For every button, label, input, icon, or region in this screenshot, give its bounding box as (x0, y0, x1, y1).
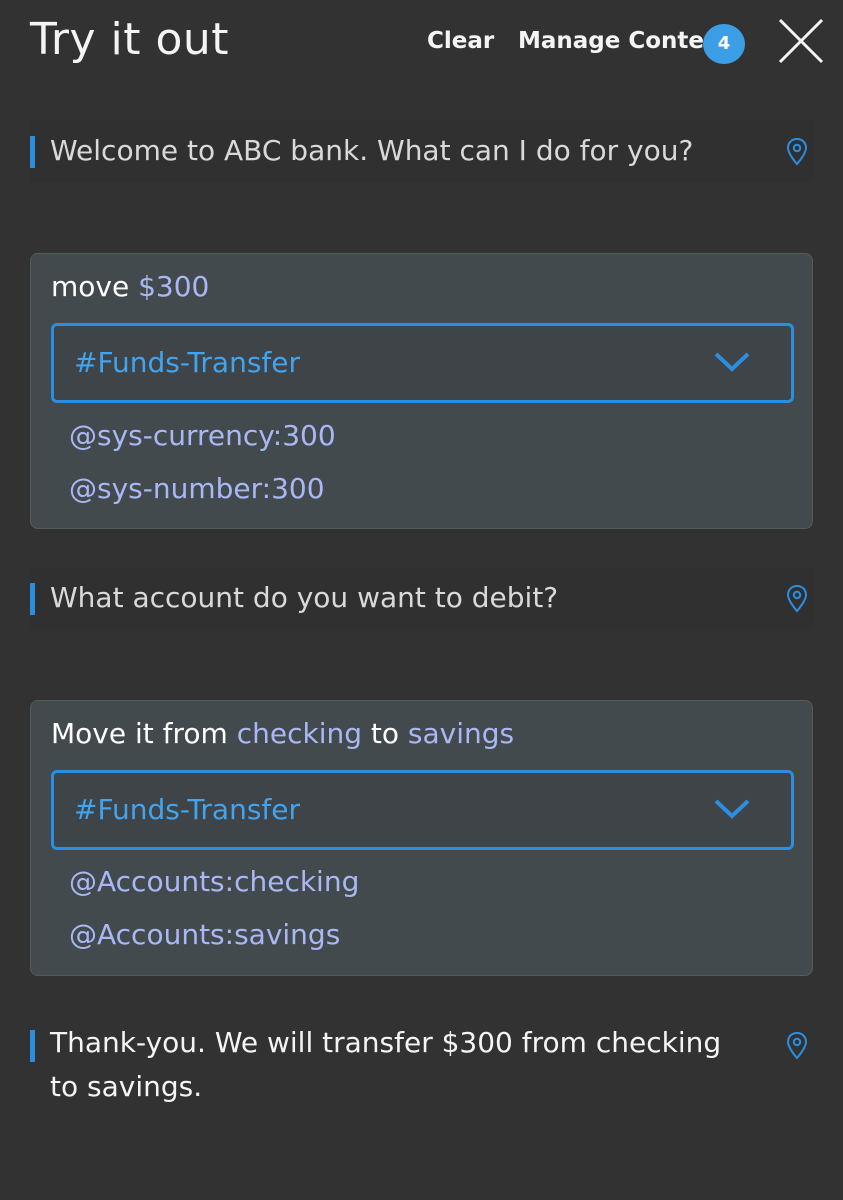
intent-dropdown[interactable]: #Funds-Transfer (51, 770, 794, 850)
context-count-badge[interactable]: 4 (703, 24, 745, 64)
user-text-entity[interactable]: savings (408, 717, 514, 750)
bot-message: Welcome to ABC bank. What can I do for y… (30, 120, 813, 182)
user-message-text: move $300 (51, 269, 209, 305)
bot-message-text: Welcome to ABC bank. What can I do for y… (50, 134, 694, 167)
location-pin-icon[interactable] (786, 1031, 808, 1061)
bot-message-marker (30, 1030, 35, 1062)
entity-tag[interactable]: @Accounts:savings (69, 917, 340, 953)
bot-message-text: Thank-you. We will transfer $300 from ch… (50, 1026, 722, 1103)
chevron-down-icon[interactable] (713, 350, 751, 374)
user-text-plain: Move it from (51, 717, 237, 750)
entity-tag[interactable]: @Accounts:checking (69, 864, 359, 900)
bot-message: What account do you want to debit? (30, 567, 813, 629)
user-text-plain: to (362, 717, 408, 750)
user-message-text: Move it from checking to savings (51, 716, 514, 752)
manage-context-button[interactable]: Manage Context (518, 26, 730, 56)
user-message-card: move $300 #Funds-Transfer @sys-currency:… (30, 253, 813, 529)
close-icon[interactable] (776, 16, 826, 66)
entity-tag[interactable]: @sys-currency:300 (69, 418, 336, 454)
bot-message: Thank-you. We will transfer $300 from ch… (30, 1014, 813, 1114)
bot-message-marker (30, 136, 35, 168)
location-pin-icon[interactable] (786, 584, 808, 614)
intent-dropdown[interactable]: #Funds-Transfer (51, 323, 794, 403)
user-text-entity[interactable]: $300 (138, 270, 209, 303)
clear-button[interactable]: Clear (427, 26, 494, 56)
panel-title: Try it out (30, 14, 230, 65)
intent-value: #Funds-Transfer (74, 793, 301, 826)
user-text-entity[interactable]: checking (237, 717, 362, 750)
user-message-card: Move it from checking to savings #Funds-… (30, 700, 813, 976)
bot-message-marker (30, 583, 35, 615)
chevron-down-icon[interactable] (713, 797, 751, 821)
location-pin-icon[interactable] (786, 137, 808, 167)
entity-tag[interactable]: @sys-number:300 (69, 471, 325, 507)
user-text-plain: move (51, 270, 139, 303)
panel-header: Try it out Clear Manage Context 4 (0, 0, 843, 90)
bot-message-text: What account do you want to debit? (50, 581, 559, 614)
intent-value: #Funds-Transfer (74, 346, 301, 379)
